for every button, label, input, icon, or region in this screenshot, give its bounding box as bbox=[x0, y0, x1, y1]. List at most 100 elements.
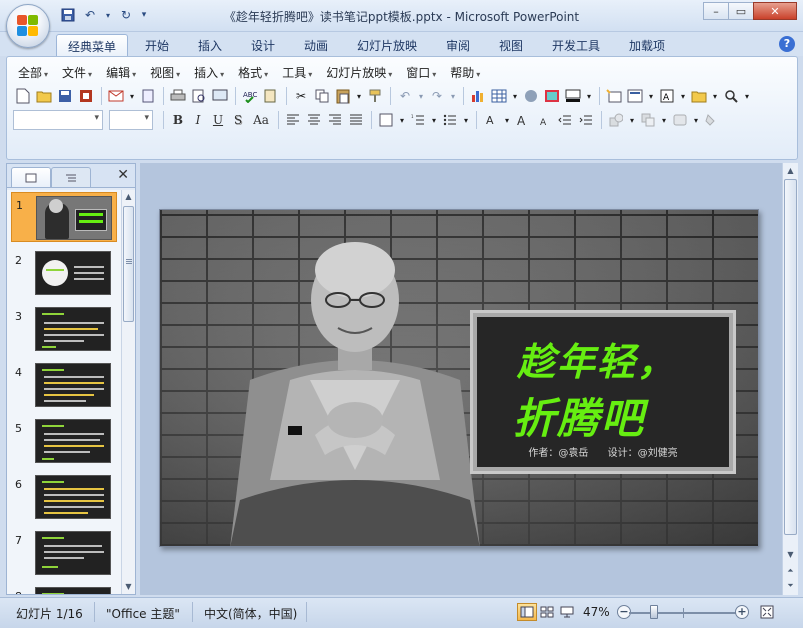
arrange-icon[interactable] bbox=[638, 110, 658, 130]
bullet-list-icon[interactable] bbox=[440, 110, 460, 130]
change-case-button[interactable]: Aa bbox=[248, 110, 274, 130]
open-folder-icon[interactable] bbox=[34, 86, 54, 106]
chevron-down-icon[interactable]: ▾ bbox=[584, 86, 594, 106]
new-slide-icon[interactable] bbox=[604, 86, 624, 106]
scrollbar-thumb[interactable] bbox=[784, 179, 797, 535]
insert-picture-icon[interactable] bbox=[542, 86, 562, 106]
menu-file[interactable]: 文件 ▾ bbox=[55, 63, 99, 82]
fill-color-icon[interactable] bbox=[563, 86, 583, 106]
permission-icon[interactable] bbox=[76, 86, 96, 106]
font-name-combo[interactable] bbox=[13, 110, 103, 130]
restore-button[interactable]: ▭ bbox=[728, 2, 754, 20]
close-icon[interactable]: ✕ bbox=[117, 167, 129, 183]
email-icon[interactable] bbox=[106, 86, 126, 106]
redo-icon[interactable]: ↷ bbox=[427, 86, 447, 106]
shape-fill-icon[interactable] bbox=[702, 110, 722, 130]
slide-thumbnail[interactable]: 1 bbox=[11, 192, 117, 242]
chevron-down-icon[interactable]: ▾ bbox=[354, 86, 364, 106]
chevron-down-icon[interactable]: ▾ bbox=[678, 86, 688, 106]
scroll-down-icon[interactable]: ▼ bbox=[783, 547, 798, 562]
research-icon[interactable] bbox=[261, 86, 281, 106]
next-slide-icon[interactable]: ⏷ bbox=[783, 578, 798, 593]
zoom-level[interactable]: 47% bbox=[583, 605, 610, 619]
chevron-down-icon[interactable]: ▾ bbox=[742, 86, 752, 106]
close-button[interactable]: ✕ bbox=[753, 2, 797, 20]
menu-view[interactable]: 视图 ▾ bbox=[143, 63, 187, 82]
slide-area-scrollbar[interactable]: ▲ ▼ ⏶ ⏷ bbox=[782, 163, 798, 595]
bold-button[interactable]: B bbox=[168, 110, 188, 130]
menu-slide-show[interactable]: 幻灯片放映 ▾ bbox=[319, 63, 399, 82]
align-right-icon[interactable] bbox=[325, 110, 345, 130]
italic-button[interactable]: I bbox=[188, 110, 208, 130]
tab-insert[interactable]: 插入 bbox=[187, 34, 233, 56]
minimize-button[interactable]: – bbox=[703, 2, 729, 20]
menu-edit[interactable]: 编辑 ▾ bbox=[99, 63, 143, 82]
current-slide[interactable]: 趁年轻， 折腾吧 作者：@袁岳 设计：@刘健亮 bbox=[159, 209, 759, 547]
chevron-down-icon[interactable]: ▾ bbox=[710, 86, 720, 106]
layout-icon[interactable] bbox=[625, 86, 645, 106]
underline-button[interactable]: U bbox=[208, 110, 228, 130]
undo-icon[interactable]: ↶ bbox=[395, 86, 415, 106]
paste-icon[interactable] bbox=[333, 86, 353, 106]
tab-slide-show[interactable]: 幻灯片放映 bbox=[346, 34, 428, 56]
align-left-icon[interactable] bbox=[283, 110, 303, 130]
menu-all[interactable]: 全部 ▾ bbox=[11, 63, 55, 82]
insert-chart-icon[interactable] bbox=[468, 86, 488, 106]
chevron-down-icon[interactable]: ▾ bbox=[510, 86, 520, 106]
chevron-down-icon[interactable]: ▾ bbox=[461, 110, 471, 130]
slide-title-line-2[interactable]: 折腾吧 bbox=[513, 385, 645, 446]
increase-indent-icon[interactable] bbox=[576, 110, 596, 130]
slide-title-line-1[interactable]: 趁年轻， bbox=[517, 331, 677, 386]
new-document-icon[interactable] bbox=[13, 86, 33, 106]
slide-thumbnail[interactable]: 8 bbox=[11, 584, 117, 594]
numbered-list-icon[interactable]: 1 bbox=[408, 110, 428, 130]
tab-review[interactable]: 审阅 bbox=[435, 34, 481, 56]
chevron-down-icon[interactable]: ▾ bbox=[646, 86, 656, 106]
save-icon[interactable] bbox=[55, 86, 75, 106]
print-preview-icon[interactable] bbox=[189, 86, 209, 106]
language-indicator[interactable]: 中文(简体，中国) bbox=[204, 605, 297, 622]
menu-window[interactable]: 窗口 ▾ bbox=[399, 63, 443, 82]
slide-thumbnail[interactable]: 2 bbox=[11, 248, 117, 298]
scrollbar-thumb[interactable] bbox=[123, 206, 134, 322]
format-painter-icon[interactable] bbox=[365, 86, 385, 106]
slides-tab[interactable] bbox=[11, 167, 51, 187]
print-icon[interactable] bbox=[168, 86, 188, 106]
cut-icon[interactable]: ✂ bbox=[291, 86, 311, 106]
office-button[interactable] bbox=[6, 4, 50, 48]
open-folder-icon[interactable] bbox=[689, 86, 709, 106]
chevron-down-icon[interactable]: ▾ bbox=[127, 86, 137, 106]
chevron-down-icon[interactable]: ▾ bbox=[416, 86, 426, 106]
insert-table-icon[interactable] bbox=[489, 86, 509, 106]
zoom-search-icon[interactable] bbox=[721, 86, 741, 106]
chevron-down-icon[interactable]: ▾ bbox=[691, 110, 701, 130]
help-icon[interactable]: ? bbox=[779, 36, 795, 52]
font-color-icon[interactable]: A bbox=[481, 110, 501, 130]
insert-clipart-icon[interactable] bbox=[521, 86, 541, 106]
tab-developer[interactable]: 开发工具 bbox=[541, 34, 611, 56]
copy-icon[interactable] bbox=[312, 86, 332, 106]
publish-icon[interactable] bbox=[138, 86, 158, 106]
font-size-combo[interactable] bbox=[109, 110, 153, 130]
quick-styles-icon[interactable] bbox=[670, 110, 690, 130]
menu-format[interactable]: 格式 ▾ bbox=[231, 63, 275, 82]
title-card[interactable]: 趁年轻， 折腾吧 作者：@袁岳 设计：@刘健亮 bbox=[473, 313, 733, 471]
slide-show-view-button[interactable] bbox=[557, 603, 577, 621]
chevron-down-icon[interactable]: ▾ bbox=[659, 110, 669, 130]
shrink-font-icon[interactable]: A bbox=[534, 110, 554, 130]
tab-animations[interactable]: 动画 bbox=[293, 34, 339, 56]
scroll-up-icon[interactable]: ▲ bbox=[783, 163, 798, 178]
chevron-down-icon[interactable]: ▾ bbox=[429, 110, 439, 130]
shapes-icon[interactable] bbox=[606, 110, 626, 130]
scroll-up-icon[interactable]: ▲ bbox=[122, 190, 135, 204]
tab-add-ins[interactable]: 加载项 bbox=[618, 34, 676, 56]
slide-thumbnail[interactable]: 5 bbox=[11, 416, 117, 466]
grow-font-icon[interactable]: A bbox=[513, 110, 533, 130]
slide-thumbnail[interactable]: 7 bbox=[11, 528, 117, 578]
tab-view[interactable]: 视图 bbox=[488, 34, 534, 56]
theme-name[interactable]: "Office 主题" bbox=[106, 605, 180, 622]
justify-icon[interactable] bbox=[346, 110, 366, 130]
menu-tools[interactable]: 工具 ▾ bbox=[275, 63, 319, 82]
spelling-check-icon[interactable]: ABC bbox=[240, 86, 260, 106]
text-box-icon[interactable]: A bbox=[657, 86, 677, 106]
